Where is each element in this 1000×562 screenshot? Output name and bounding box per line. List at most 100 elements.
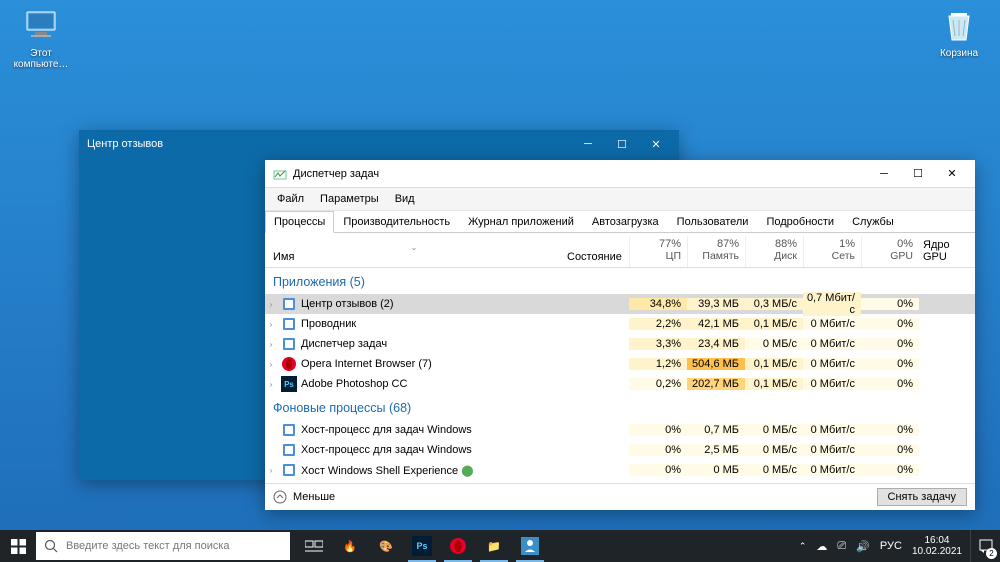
mem-cell: 202,7 МБ — [687, 378, 745, 390]
process-name: Opera Internet Browser (7) — [301, 358, 563, 370]
titlebar[interactable]: Диспетчер задач ─ ☐ ✕ — [265, 160, 975, 188]
task-view-button[interactable] — [296, 530, 332, 562]
onedrive-icon[interactable]: ☁ — [816, 540, 827, 553]
process-name: Adobe Photoshop CC — [301, 378, 563, 390]
cpu-cell: 0% — [629, 464, 687, 476]
window-title: Центр отзывов — [87, 138, 571, 150]
process-row[interactable]: Хост-процесс для задач Windows0%2,5 МБ0 … — [265, 440, 975, 460]
taskmgr-icon — [273, 167, 287, 181]
process-icon — [281, 442, 297, 458]
expand-chevron-icon[interactable]: › — [265, 380, 277, 389]
mem-cell: 2,5 МБ — [687, 444, 745, 456]
mem-cell: 42,1 МБ — [687, 318, 745, 330]
gpu-cell: 0% — [861, 378, 919, 390]
col-mem[interactable]: 87%Память — [687, 236, 745, 267]
col-disk[interactable]: 88%Диск — [745, 236, 803, 267]
process-name: Хост-процесс для задач Windows — [301, 444, 563, 456]
process-icon — [281, 296, 297, 312]
maximize-button[interactable]: ☐ — [605, 132, 639, 156]
opera-icon — [449, 537, 467, 555]
process-row[interactable]: ›Проводник2,2%42,1 МБ0,1 МБ/с0 Мбит/с0% — [265, 314, 975, 334]
process-row[interactable]: Хост-процесс для задач Windows0%0,7 МБ0 … — [265, 420, 975, 440]
col-cpu[interactable]: 77%ЦП — [629, 236, 687, 267]
cpu-cell: 0% — [629, 444, 687, 456]
start-button[interactable] — [0, 530, 36, 562]
process-row[interactable]: ›PsAdobe Photoshop CC0,2%202,7 МБ0,1 МБ/… — [265, 374, 975, 394]
close-button[interactable]: ✕ — [639, 132, 673, 156]
system-tray: ⌃ ☁ ⎚ 🔊 РУС 16:04 10.02.2021 — [791, 535, 970, 557]
window-task-manager: Диспетчер задач ─ ☐ ✕ Файл Параметры Вид… — [265, 160, 975, 510]
menu-options[interactable]: Параметры — [312, 190, 387, 208]
end-task-button[interactable]: Снять задачу — [877, 488, 968, 506]
net-cell: 0 Мбит/с — [803, 358, 861, 370]
disk-cell: 0 МБ/с — [745, 338, 803, 350]
taskbar-app[interactable]: 🎨 — [368, 530, 404, 562]
tab-0[interactable]: Процессы — [265, 211, 334, 233]
mem-cell: 39,3 МБ — [687, 298, 745, 310]
col-gpu-engine[interactable]: Ядро GPU — [919, 233, 975, 267]
notifications-button[interactable]: 2 — [970, 530, 1000, 562]
taskbar-app-opera[interactable] — [440, 530, 476, 562]
taskbar-app-photoshop[interactable]: Ps — [404, 530, 440, 562]
process-row[interactable]: ›Opera Internet Browser (7)1,2%504,6 МБ0… — [265, 354, 975, 374]
wifi-icon[interactable]: ⎚ — [837, 540, 846, 553]
titlebar[interactable]: Центр отзывов ─ ☐ ✕ — [79, 130, 679, 158]
col-name[interactable]: ⌄ Имя — [265, 245, 563, 267]
language-indicator[interactable]: РУС — [880, 540, 902, 552]
tab-2[interactable]: Журнал приложений — [459, 211, 583, 233]
process-icon — [281, 422, 297, 438]
col-gpu[interactable]: 0%GPU — [861, 236, 919, 267]
taskbar: Введите здесь текст для поиска 🔥 🎨 Ps 📁 … — [0, 530, 1000, 562]
expand-chevron-icon[interactable]: › — [265, 466, 277, 475]
process-icon — [281, 336, 297, 352]
fewer-details-button[interactable]: Меньше — [273, 490, 335, 504]
col-state[interactable]: Состояние — [563, 245, 629, 267]
tab-3[interactable]: Автозагрузка — [583, 211, 668, 233]
desktop-icon-thispc[interactable]: Этот компьюте… — [6, 6, 76, 70]
tray-chevron-icon[interactable]: ⌃ — [799, 541, 807, 552]
process-row[interactable]: ›Хост Windows Shell Experience ⬤0%0 МБ0 … — [265, 460, 975, 480]
volume-icon[interactable]: 🔊 — [856, 540, 870, 553]
process-name: Хост-процесс для задач Windows — [301, 424, 563, 436]
search-input[interactable]: Введите здесь текст для поиска — [36, 532, 290, 560]
tab-6[interactable]: Службы — [843, 211, 903, 233]
expand-chevron-icon[interactable]: › — [265, 320, 277, 329]
taskbar-app-explorer[interactable]: 📁 — [476, 530, 512, 562]
col-net[interactable]: 1%Сеть — [803, 236, 861, 267]
tab-5[interactable]: Подробности — [757, 211, 843, 233]
disk-cell: 0 МБ/с — [745, 444, 803, 456]
menu-view[interactable]: Вид — [387, 190, 423, 208]
pc-icon — [21, 6, 61, 46]
group-header: Приложения (5) — [265, 268, 975, 294]
menu-file[interactable]: Файл — [269, 190, 312, 208]
ps-icon: Ps — [412, 536, 432, 556]
minimize-button[interactable]: ─ — [867, 162, 901, 186]
tab-1[interactable]: Производительность — [334, 211, 459, 233]
folder-icon: 📁 — [487, 540, 501, 553]
process-row[interactable]: ›Диспетчер задач3,3%23,4 МБ0 МБ/с0 Мбит/… — [265, 334, 975, 354]
cpu-cell: 1,2% — [629, 358, 687, 370]
process-name: Хост Windows Shell Experience ⬤ — [301, 464, 563, 477]
tab-4[interactable]: Пользователи — [668, 211, 758, 233]
close-button[interactable]: ✕ — [935, 162, 969, 186]
desktop-icon-label: Корзина — [924, 48, 994, 59]
expand-chevron-icon[interactable]: › — [265, 300, 277, 309]
notification-badge: 2 — [986, 548, 997, 559]
taskbar-app[interactable]: 🔥 — [332, 530, 368, 562]
window-title: Диспетчер задач — [293, 168, 867, 180]
gpu-cell: 0% — [861, 464, 919, 476]
chevron-up-circle-icon — [273, 490, 287, 504]
expand-chevron-icon[interactable]: › — [265, 340, 277, 349]
maximize-button[interactable]: ☐ — [901, 162, 935, 186]
taskbar-app-feedback[interactable] — [512, 530, 548, 562]
process-icon — [281, 316, 297, 332]
menubar: Файл Параметры Вид — [265, 188, 975, 211]
disk-cell: 0,1 МБ/с — [745, 318, 803, 330]
clock[interactable]: 16:04 10.02.2021 — [912, 535, 962, 557]
desktop-icon-recyclebin[interactable]: Корзина — [924, 6, 994, 59]
process-list[interactable]: Приложения (5)›Центр отзывов (2)34,8%39,… — [265, 268, 975, 483]
expand-chevron-icon[interactable]: › — [265, 360, 277, 369]
minimize-button[interactable]: ─ — [571, 132, 605, 156]
net-cell: 0 Мбит/с — [803, 444, 861, 456]
process-row[interactable]: ›Центр отзывов (2)34,8%39,3 МБ0,3 МБ/с0,… — [265, 294, 975, 314]
